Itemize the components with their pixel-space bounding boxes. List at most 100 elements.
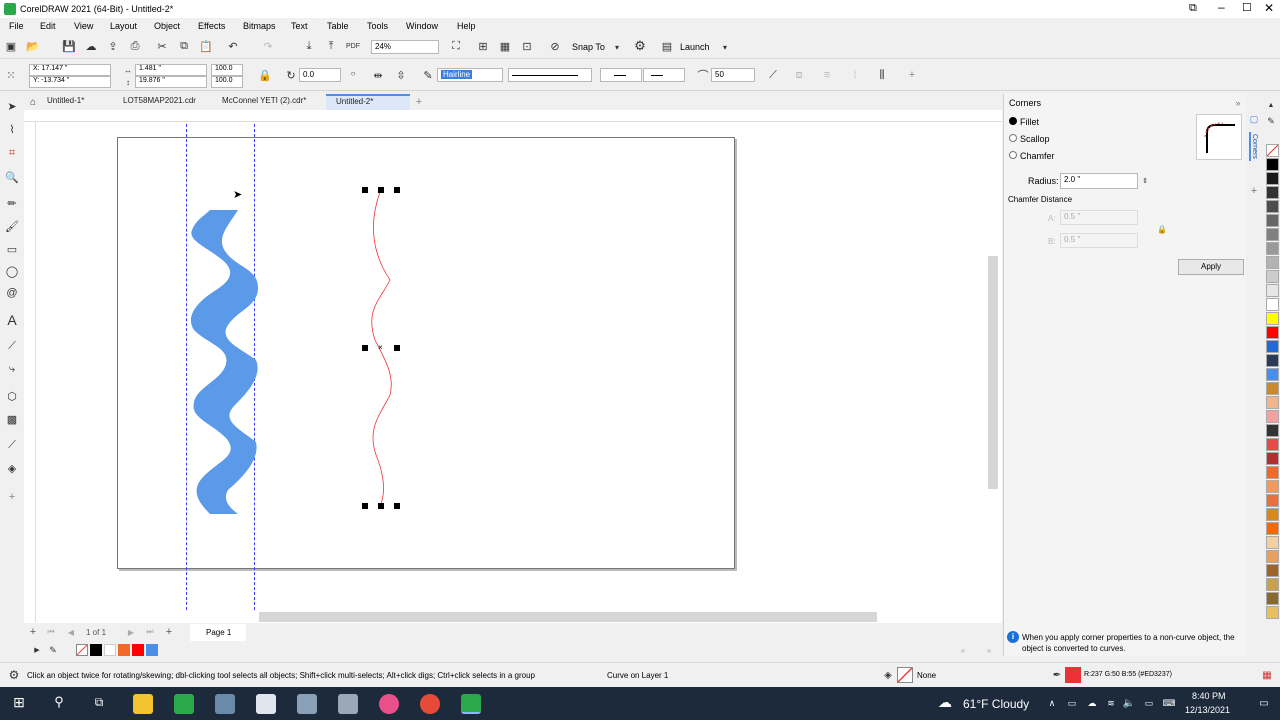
line-style-dropdown[interactable] — [508, 68, 592, 82]
width-field[interactable]: 1.481 " — [135, 64, 207, 76]
freehand-tool-icon[interactable]: ✏ — [5, 196, 19, 210]
fillet-label[interactable]: Fillet — [1020, 117, 1039, 127]
settings-gear-icon[interactable]: ⚙ — [7, 668, 21, 682]
palette-scroll-up-icon[interactable]: ▲ — [1264, 98, 1278, 112]
mirror-horizontal-icon[interactable]: ⇹ — [371, 68, 385, 82]
export-icon[interactable]: ⤒ — [324, 39, 338, 53]
palette-swatch[interactable] — [1266, 550, 1279, 563]
menu-layout[interactable]: Layout — [110, 21, 137, 31]
interactive-fill-icon[interactable]: ◈ — [5, 461, 19, 475]
palette-swatch[interactable] — [1266, 200, 1279, 213]
menu-effects[interactable]: Effects — [198, 21, 225, 31]
palette-swatch[interactable] — [1266, 592, 1279, 605]
palette-swatch[interactable] — [1266, 284, 1279, 297]
palette-swatch[interactable] — [1266, 438, 1279, 451]
tab-untitled-1[interactable]: Untitled-1* — [47, 96, 84, 105]
selection-handle[interactable] — [394, 187, 400, 193]
orange-swatch[interactable] — [118, 644, 130, 656]
restore-icon[interactable]: ⧉ — [1189, 2, 1197, 15]
palette-swatch[interactable] — [1266, 270, 1279, 283]
docker-collapse-icon[interactable]: » — [1231, 96, 1245, 110]
black-swatch[interactable] — [90, 644, 102, 656]
coreldraw-taskbar-icon[interactable] — [174, 694, 194, 714]
rectangle-tool-icon[interactable]: ▭ — [5, 242, 19, 256]
search-icon[interactable]: ⚲ — [52, 694, 66, 709]
gear-icon[interactable]: ⚙ — [633, 38, 647, 53]
outline-color-swatch[interactable] — [1065, 667, 1081, 683]
undo-icon[interactable]: ↶ — [226, 39, 240, 53]
add-page-after-icon[interactable]: + — [162, 625, 176, 639]
import-icon[interactable]: ⤓ — [302, 39, 316, 53]
mirror-vertical-icon[interactable]: ⇳ — [394, 68, 408, 82]
palette-swatch[interactable] — [1266, 186, 1279, 199]
tab-untitled-2-active[interactable]: Untitled-2* — [326, 94, 410, 110]
close-button[interactable]: ✕ — [1264, 1, 1274, 15]
new-tab-icon[interactable]: + — [412, 95, 426, 109]
add-tool-icon[interactable]: + — [5, 490, 19, 504]
properties-tab-icon[interactable]: ▢ — [1247, 112, 1261, 126]
crop-tool-icon[interactable]: ⌗ — [5, 146, 19, 160]
palette-swatch[interactable] — [1266, 424, 1279, 437]
chrome-icon[interactable] — [420, 694, 440, 714]
wifi-icon[interactable]: ≋ — [1104, 696, 1118, 710]
palette-swatch[interactable] — [1266, 564, 1279, 577]
horizontal-ruler[interactable] — [24, 110, 1002, 122]
menu-text[interactable]: Text — [291, 21, 308, 31]
menu-tools[interactable]: Tools — [367, 21, 388, 31]
cloud-icon[interactable]: ☁ — [84, 39, 98, 53]
notification-icon[interactable]: ▭ — [1257, 696, 1271, 710]
add-icon[interactable]: + — [905, 68, 919, 82]
lock-ratio-icon[interactable]: 🔒 — [258, 68, 272, 82]
tab-mcconnel-yeti[interactable]: McConnel YETI (2).cdr* — [222, 96, 306, 105]
volume-icon[interactable]: 🔈 — [1122, 696, 1136, 710]
selection-handle[interactable] — [394, 345, 400, 351]
prev-page-icon[interactable]: ◀ — [64, 625, 78, 639]
launch-dropdown[interactable]: Launch — [680, 42, 710, 52]
pdf-icon[interactable]: PDF — [346, 39, 360, 53]
redo-icon[interactable]: ↷ — [261, 39, 275, 53]
reference-point-icon[interactable]: ⁙ — [4, 68, 18, 82]
scroll-right-icon[interactable]: » — [982, 643, 996, 657]
clock-date[interactable]: 12/13/2021 — [1185, 705, 1230, 715]
scallop-label[interactable]: Scallop — [1020, 134, 1050, 144]
scallop-radio[interactable] — [1009, 134, 1017, 142]
apply-button[interactable]: Apply — [1178, 259, 1244, 275]
palette-swatch[interactable] — [1266, 480, 1279, 493]
menu-file[interactable]: File — [9, 21, 24, 31]
white-swatch[interactable] — [104, 644, 116, 656]
blue-wave-shape[interactable] — [190, 210, 258, 514]
combine-icon[interactable]: ⧈ — [792, 68, 806, 82]
menu-window[interactable]: Window — [406, 21, 438, 31]
full-screen-icon[interactable]: ⛶ — [449, 39, 463, 53]
menu-view[interactable]: View — [74, 21, 93, 31]
menu-table[interactable]: Table — [327, 21, 349, 31]
battery-icon[interactable]: ▭ — [1142, 696, 1156, 710]
align-distribute-icon[interactable]: ⫼ — [875, 68, 889, 82]
radius-spinner-icon[interactable]: ⇕ — [1138, 174, 1152, 188]
palette-swatch[interactable] — [1266, 172, 1279, 185]
palette-swatch[interactable] — [1266, 256, 1279, 269]
eyedropper-icon[interactable]: ✎ — [46, 643, 60, 657]
palette-swatch[interactable] — [1266, 354, 1279, 367]
radius-field[interactable]: 2.0 " — [1060, 173, 1138, 189]
save-icon[interactable]: 💾 — [62, 39, 76, 53]
chevron-down-icon[interactable]: ▾ — [610, 40, 624, 54]
x-position-field[interactable]: X: 17.147 " — [29, 64, 111, 76]
launch-chevron-icon[interactable]: ▾ — [718, 40, 732, 54]
copy-icon[interactable]: ⧉ — [177, 39, 191, 53]
palette-swatch[interactable] — [1266, 410, 1279, 423]
extrude-tool-icon[interactable]: ⬡ — [5, 389, 19, 403]
no-color-palette-swatch[interactable] — [1266, 144, 1279, 157]
wave-shapes[interactable] — [180, 180, 420, 525]
shape-tool-icon[interactable]: ⌇ — [5, 122, 19, 136]
outline-width-dropdown[interactable]: Hairline — [437, 68, 503, 82]
first-page-icon[interactable]: ⏮ — [44, 625, 58, 639]
chamfer-radio[interactable] — [1009, 151, 1017, 159]
align-icon[interactable]: ≡ — [820, 68, 834, 82]
print-icon[interactable]: ⎙ — [128, 39, 142, 53]
menu-help[interactable]: Help — [457, 21, 476, 31]
palette-swatch[interactable] — [1266, 312, 1279, 325]
fillet-radio[interactable] — [1009, 117, 1017, 125]
red-swatch[interactable] — [132, 644, 144, 656]
palette-swatch[interactable] — [1266, 396, 1279, 409]
